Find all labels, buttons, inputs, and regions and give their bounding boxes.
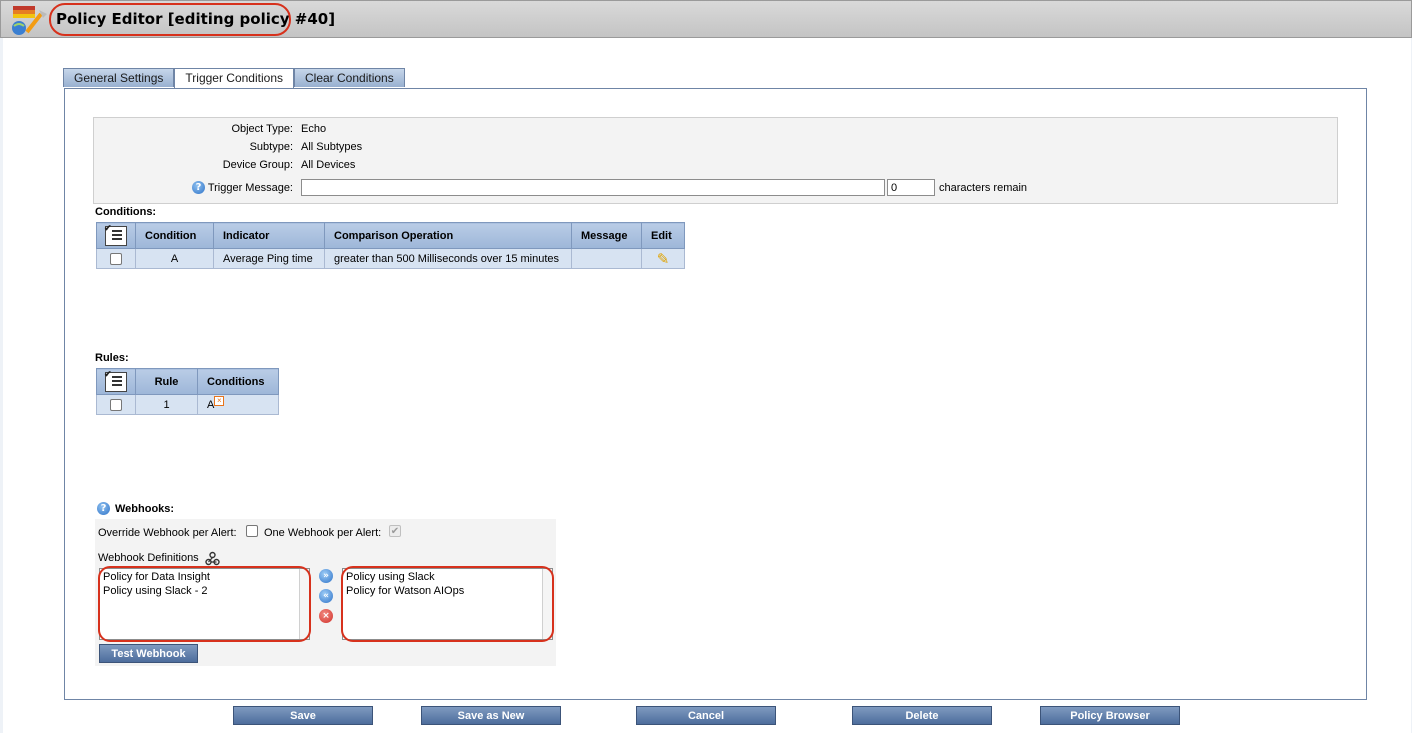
subtype-label: Subtype: bbox=[249, 141, 293, 153]
edit-cell[interactable]: ✎ bbox=[641, 248, 685, 269]
condition-header: Condition bbox=[135, 222, 214, 249]
indicator-header: Indicator bbox=[213, 222, 325, 249]
delete-button[interactable]: Delete bbox=[852, 706, 992, 725]
object-type-label: Object Type: bbox=[231, 123, 293, 135]
selected-list-highlight-annotation bbox=[341, 566, 554, 642]
conditions-table: Condition Indicator Comparison Operation… bbox=[96, 222, 685, 269]
policy-browser-button[interactable]: Policy Browser bbox=[1040, 706, 1180, 725]
row-select-cell[interactable] bbox=[96, 248, 136, 269]
rule-conditions-header: Conditions bbox=[197, 368, 279, 395]
characters-remain-label: characters remain bbox=[939, 182, 1028, 194]
override-webhook-label: Override Webhook per Alert: bbox=[98, 527, 237, 539]
conditions-label: Conditions: bbox=[95, 206, 157, 218]
webhook-icon bbox=[205, 551, 220, 566]
pencil-icon[interactable]: ✎ bbox=[651, 250, 675, 268]
test-webhook-button[interactable]: Test Webhook bbox=[99, 644, 198, 663]
tab-trigger-conditions[interactable]: Trigger Conditions bbox=[174, 68, 294, 88]
device-group-label: Device Group: bbox=[222, 159, 293, 171]
char-count-field bbox=[887, 179, 935, 196]
table-row: 1 A × bbox=[96, 394, 279, 415]
tab-clear-conditions[interactable]: Clear Conditions bbox=[294, 68, 405, 87]
row-checkbox[interactable] bbox=[110, 252, 122, 265]
select-all-header[interactable] bbox=[96, 368, 136, 395]
trigger-message-label: Trigger Message: bbox=[207, 182, 293, 194]
column-select-icon[interactable] bbox=[104, 369, 127, 392]
message-header: Message bbox=[571, 222, 642, 249]
device-group-value: All Devices bbox=[301, 159, 356, 171]
webhooks-label: Webhooks: bbox=[115, 503, 175, 515]
comparison-header: Comparison Operation bbox=[324, 222, 572, 249]
row-select-cell[interactable] bbox=[96, 394, 136, 415]
select-all-header[interactable] bbox=[96, 222, 136, 249]
condition-cell: A bbox=[135, 248, 214, 269]
indicator-cell: Average Ping time bbox=[213, 248, 325, 269]
row-checkbox[interactable] bbox=[110, 398, 122, 411]
cancel-button[interactable]: Cancel bbox=[636, 706, 776, 725]
object-type-value: Echo bbox=[301, 123, 327, 135]
available-list-highlight-annotation bbox=[98, 566, 311, 642]
override-webhook-checkbox[interactable] bbox=[246, 525, 258, 537]
rule-cell: 1 bbox=[135, 394, 198, 415]
table-row: A Average Ping time greater than 500 Mil… bbox=[96, 248, 685, 269]
rule-conditions-cell: A × bbox=[197, 394, 279, 415]
message-cell bbox=[571, 248, 642, 269]
save-as-new-button[interactable]: Save as New bbox=[421, 706, 561, 725]
tab-general-settings[interactable]: General Settings bbox=[63, 68, 175, 87]
conditions-header-row: Condition Indicator Comparison Operation… bbox=[96, 222, 685, 249]
webhooks-help-icon[interactable]: ? bbox=[97, 502, 110, 515]
webhook-definitions-label: Webhook Definitions bbox=[98, 552, 199, 564]
tab-bar: General Settings Trigger Conditions Clea… bbox=[63, 68, 405, 88]
title-highlight-annotation bbox=[49, 3, 291, 36]
comparison-cell: greater than 500 Milliseconds over 15 mi… bbox=[324, 248, 572, 269]
one-webhook-checkbox[interactable]: ✔ bbox=[389, 525, 401, 537]
column-select-icon[interactable] bbox=[104, 223, 127, 246]
one-webhook-label: One Webhook per Alert: bbox=[264, 527, 382, 539]
rule-conditions-value: A bbox=[207, 398, 215, 411]
save-button[interactable]: Save bbox=[233, 706, 373, 725]
move-right-icon[interactable]: » bbox=[319, 569, 333, 583]
policy-editor-icon bbox=[12, 6, 47, 35]
remove-x-icon[interactable]: × bbox=[214, 395, 225, 406]
rule-header: Rule bbox=[135, 368, 198, 395]
trigger-message-input[interactable] bbox=[301, 179, 885, 196]
rules-table: Rule Conditions 1 A× bbox=[96, 368, 279, 415]
rules-header-row: Rule Conditions bbox=[96, 368, 279, 395]
edit-header: Edit bbox=[641, 222, 685, 249]
remove-icon[interactable]: × bbox=[319, 609, 333, 623]
subtype-value: All Subtypes bbox=[301, 141, 363, 153]
move-left-icon[interactable]: « bbox=[319, 589, 333, 603]
rules-label: Rules: bbox=[95, 352, 129, 364]
